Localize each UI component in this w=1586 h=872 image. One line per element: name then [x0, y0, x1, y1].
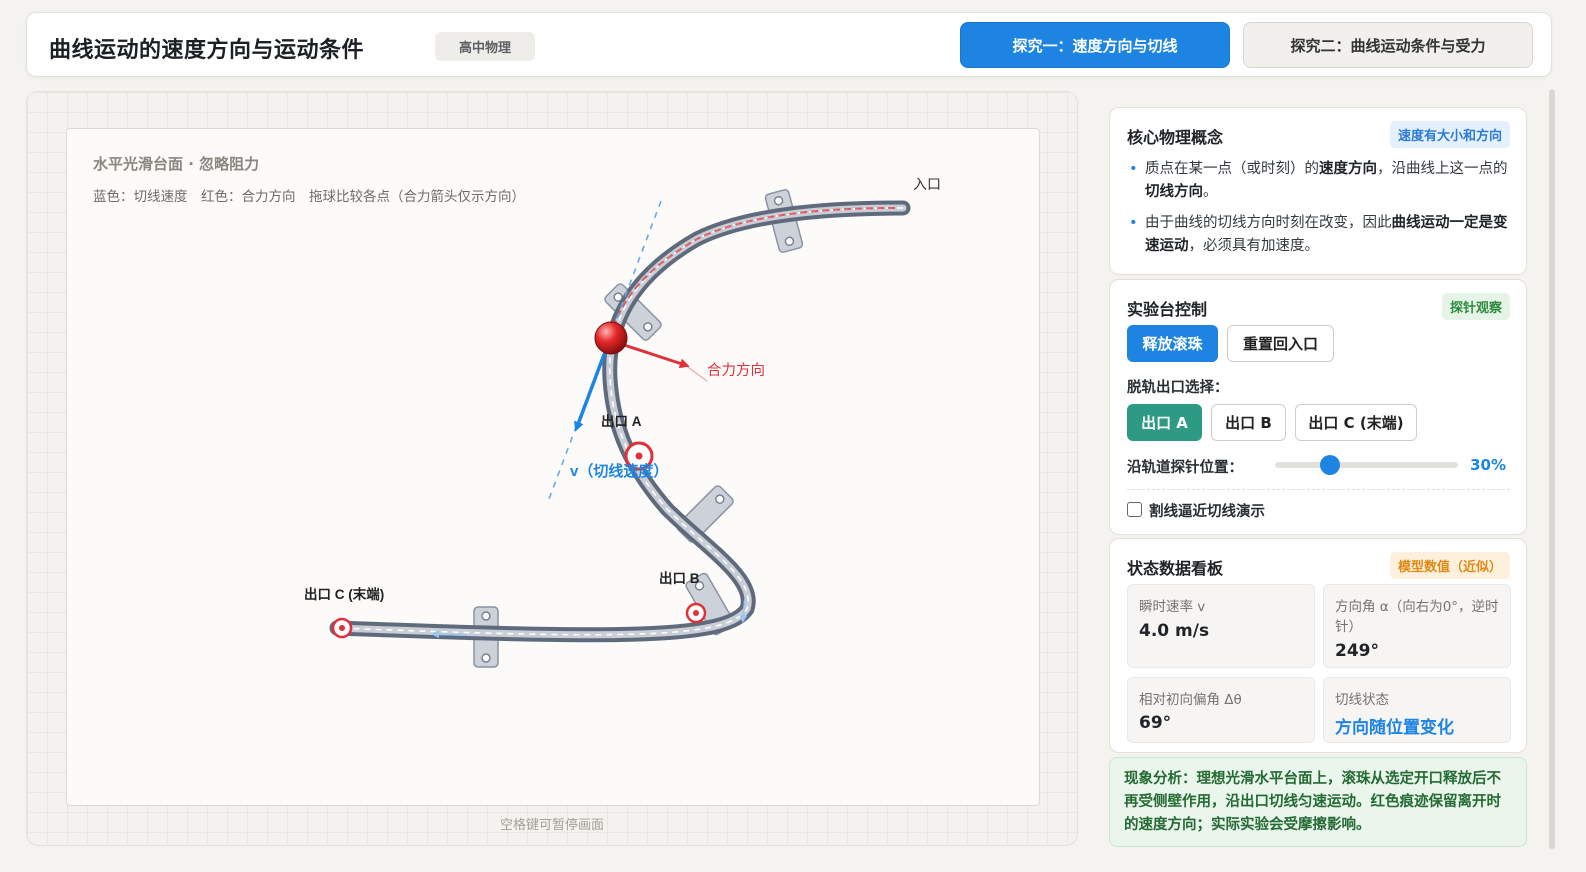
pause-hint: 空格键可暂停画面 [499, 818, 604, 833]
dashboard-tag: 模型数值（近似） [1389, 552, 1510, 579]
dashboard-panel: 状态数据看板 模型数值（近似） 瞬时速率 v 4.0 m/s 方向角 α（向右为… [1109, 538, 1527, 753]
concept-item: 由于曲线的切线方向时刻在改变，因此曲线运动一定是变速运动，必须具有加速度。 [1127, 212, 1512, 258]
concept-panel: 核心物理概念 速度有大小和方向 质点在某一点（或时刻）的速度方向，沿曲线上这一点… [1109, 107, 1527, 275]
divider [1127, 489, 1510, 490]
probe-value: 30% [1470, 456, 1506, 474]
app-header: 曲线运动的速度方向与运动条件 高中物理 探究一：速度方向与切线 探究二：曲线运动… [26, 12, 1552, 77]
stat-value: 4.0 m/s [1139, 621, 1210, 641]
exit-b-button[interactable]: 出口 B [1211, 404, 1286, 441]
label-exit-c: 出口 C (末端) [304, 586, 384, 602]
analysis-box: 现象分析：理想光滑水平台面上，滚珠从选定开口释放后不再受侧壁作用，沿出口切线匀速… [1109, 757, 1527, 847]
label-exit-b: 出口 B [659, 570, 700, 586]
stage-area: 水平光滑台面 · 忽略阻力 蓝色：切线速度 红色：合力方向 拖球比较各点（合力箭… [26, 91, 1078, 846]
stat-label: 切线状态 [1335, 692, 1389, 708]
concept-tag: 速度有大小和方向 [1389, 121, 1510, 148]
stat-label: 瞬时速率 v [1139, 599, 1206, 615]
control-title: 实验台控制 [1127, 300, 1208, 319]
secant-label[interactable]: 割线逼近切线演示 [1149, 500, 1265, 521]
exit-c-button[interactable]: 出口 C (末端) [1295, 404, 1417, 441]
probe-slider[interactable] [1275, 455, 1458, 475]
reset-button[interactable]: 重置回入口 [1227, 325, 1334, 362]
stat-label: 相对初向偏角 Δθ [1139, 692, 1242, 708]
track-canvas: 入口 出口 A 出口 B 出口 C (末端) 合力方向 v（切线速度） [304, 176, 941, 668]
stat-value: 69° [1139, 713, 1172, 733]
concept-item: 质点在某一点（或时刻）的速度方向，沿曲线上这一点的切线方向。 [1127, 158, 1512, 204]
control-tag: 探针观察 [1441, 293, 1510, 320]
concept-title: 核心物理概念 [1127, 128, 1224, 147]
stat-value: 方向随位置变化 [1335, 718, 1454, 738]
stat-angle: 方向角 α（向右为0°，逆时针） 249° [1323, 584, 1511, 668]
release-ball-button[interactable]: 释放滚珠 [1127, 325, 1218, 362]
stat-tangent: 切线状态 方向随位置变化 [1323, 677, 1511, 743]
stat-label: 方向角 α（向右为0°，逆时针） [1335, 599, 1499, 635]
label-exit-a: 出口 A [601, 413, 642, 429]
exit-b-marker[interactable] [685, 602, 707, 624]
label-force: 合力方向 [707, 362, 765, 379]
exit-c-marker[interactable] [331, 617, 353, 639]
secant-checkbox[interactable] [1127, 502, 1142, 517]
level-badge: 高中物理 [435, 32, 535, 61]
slider-thumb[interactable] [1319, 455, 1340, 475]
experiment-stage[interactable]: 水平光滑台面 · 忽略阻力 蓝色：切线速度 红色：合力方向 拖球比较各点（合力箭… [66, 128, 1040, 806]
control-panel: 实验台控制 探针观察 释放滚珠 重置回入口 脱轨出口选择： 出口 A 出口 B … [1109, 279, 1527, 535]
label-entry: 入口 [913, 176, 941, 192]
app-title: 曲线运动的速度方向与运动条件 [49, 38, 365, 63]
label-velocity: v（切线速度） [570, 462, 668, 480]
dashboard-title: 状态数据看板 [1127, 559, 1224, 578]
ball[interactable] [594, 321, 628, 355]
flow-arrow [431, 630, 468, 639]
probe-label: 沿轨道探针位置： [1127, 460, 1243, 476]
force-guide-line [684, 364, 708, 382]
exit-select-label: 脱轨出口选择： [1127, 380, 1229, 396]
stat-value: 249° [1335, 641, 1379, 661]
concept-list: 质点在某一点（或时刻）的速度方向，沿曲线上这一点的切线方向。 由于曲线的切线方向… [1127, 158, 1512, 266]
scrollbar[interactable] [1549, 89, 1555, 849]
tab-curve-conditions[interactable]: 探究二：曲线运动条件与受力 [1243, 22, 1533, 68]
stat-deviation: 相对初向偏角 Δθ 69° [1127, 677, 1315, 743]
exit-a-button[interactable]: 出口 A [1127, 404, 1202, 441]
stat-speed: 瞬时速率 v 4.0 m/s [1127, 584, 1315, 668]
tab-velocity-tangent[interactable]: 探究一：速度方向与切线 [960, 22, 1230, 68]
